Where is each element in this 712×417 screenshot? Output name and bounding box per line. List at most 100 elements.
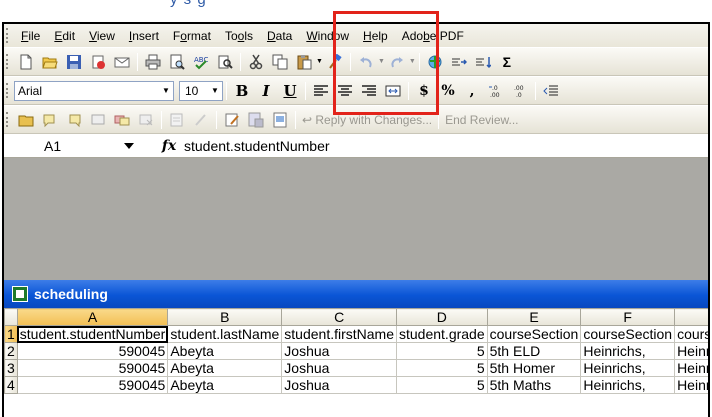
save-button[interactable]	[63, 51, 85, 73]
decrease-indent-button[interactable]	[540, 80, 562, 102]
print-button[interactable]	[142, 51, 164, 73]
toolbar-grip[interactable]	[6, 28, 11, 43]
menu-help[interactable]: Help	[356, 29, 395, 43]
column-header-g[interactable]: G	[674, 308, 708, 326]
workbook-title-bar[interactable]: scheduling	[4, 280, 708, 308]
update-file-button[interactable]	[245, 109, 267, 131]
decrease-decimal-button[interactable]: .00.0	[509, 80, 531, 102]
cell[interactable]: courseSection	[580, 325, 676, 343]
insert-function-button[interactable]: fx	[154, 138, 184, 154]
show-comment-button[interactable]	[87, 109, 109, 131]
menu-data[interactable]: Data	[260, 29, 299, 43]
email-button[interactable]	[111, 51, 133, 73]
menu-view[interactable]: View	[82, 29, 122, 43]
row-header[interactable]: 3	[4, 359, 18, 377]
toolbar-grip[interactable]	[6, 112, 11, 127]
column-header-d[interactable]: D	[396, 308, 488, 326]
cell[interactable]: Heinrichs,	[580, 359, 676, 377]
track-changes-button[interactable]	[166, 109, 188, 131]
reply-with-changes-button[interactable]: ↩ Reply with Changes...	[299, 113, 435, 127]
currency-button[interactable]: $	[412, 83, 436, 99]
align-center-button[interactable]	[334, 80, 356, 102]
menu-adobe-pdf[interactable]: Adobe PDF	[395, 29, 471, 43]
cell[interactable]: Joshua	[281, 342, 397, 360]
review-file-button[interactable]	[269, 109, 291, 131]
cell[interactable]: courseSection	[486, 325, 582, 343]
cell[interactable]: 590045	[16, 342, 169, 360]
row-header[interactable]: 2	[4, 342, 18, 360]
print-preview-button[interactable]	[166, 51, 188, 73]
ink-annotations-button[interactable]	[190, 109, 212, 131]
cell[interactable]: Heinrichs	[674, 376, 708, 394]
column-header-c[interactable]: C	[281, 308, 397, 326]
increase-decimal-button[interactable]: .0.00	[485, 80, 507, 102]
align-right-button[interactable]	[358, 80, 380, 102]
cell[interactable]: Joshua	[281, 376, 397, 394]
format-painter-button[interactable]	[324, 51, 346, 73]
menu-format[interactable]: Format	[166, 29, 218, 43]
cell[interactable]: Heinrichs	[674, 359, 708, 377]
cell[interactable]: Abeyta	[167, 342, 283, 360]
edit-comment-button[interactable]	[221, 109, 243, 131]
undo-button[interactable]	[355, 51, 377, 73]
column-header-f[interactable]: F	[580, 308, 676, 326]
cell[interactable]: courseSection	[674, 325, 708, 343]
copy-button[interactable]	[269, 51, 291, 73]
sort-button[interactable]	[472, 51, 494, 73]
cell[interactable]: 590045	[16, 376, 169, 394]
cell[interactable]: student.grade	[396, 325, 488, 343]
cell[interactable]: student.studentNumber	[16, 325, 169, 343]
end-review-button[interactable]: End Review...	[442, 113, 521, 127]
menu-window[interactable]: Window	[299, 29, 356, 43]
new-comment-button[interactable]	[15, 109, 37, 131]
column-header-a[interactable]: A	[16, 308, 169, 326]
merge-center-button[interactable]	[382, 80, 404, 102]
undo-dropdown-icon[interactable]: ▼	[378, 58, 385, 65]
cell[interactable]: Abeyta	[167, 376, 283, 394]
name-box[interactable]: A1	[4, 135, 154, 157]
autosum-button[interactable]	[448, 51, 470, 73]
cell[interactable]: 5th Maths	[486, 376, 582, 394]
select-all-corner[interactable]	[4, 308, 18, 326]
previous-comment-button[interactable]	[39, 109, 61, 131]
redo-dropdown-icon[interactable]: ▼	[409, 58, 416, 65]
cell[interactable]: Heinrichs	[674, 342, 708, 360]
column-header-e[interactable]: E	[486, 308, 582, 326]
font-size-select[interactable]: 10 ▼	[179, 80, 223, 101]
font-name-select[interactable]: Arial ▼	[14, 80, 174, 101]
new-button[interactable]	[15, 51, 37, 73]
paste-dropdown-icon[interactable]: ▼	[316, 58, 323, 65]
cell[interactable]: 5	[396, 376, 488, 394]
bold-button[interactable]: B	[230, 82, 254, 100]
cell[interactable]: Heinrichs,	[580, 342, 676, 360]
formula-input[interactable]: student.studentNumber	[184, 138, 330, 154]
cell[interactable]: 590045	[16, 359, 169, 377]
paste-button[interactable]	[293, 51, 315, 73]
menu-edit[interactable]: Edit	[47, 29, 82, 43]
next-comment-button[interactable]	[63, 109, 85, 131]
cell[interactable]: Heinrichs,	[580, 376, 676, 394]
cell[interactable]: 5th Homer	[486, 359, 582, 377]
cell[interactable]: 5th ELD	[486, 342, 582, 360]
sigma-button[interactable]: Σ	[496, 51, 518, 73]
italic-button[interactable]: I	[254, 82, 278, 100]
menu-file[interactable]: File	[14, 29, 47, 43]
redo-button[interactable]	[386, 51, 408, 73]
open-button[interactable]	[39, 51, 61, 73]
column-header-b[interactable]: B	[167, 308, 283, 326]
cell[interactable]: Joshua	[281, 359, 397, 377]
menu-tools[interactable]: Tools	[218, 29, 260, 43]
comma-style-button[interactable]: ,	[460, 83, 484, 99]
underline-button[interactable]: U	[278, 82, 302, 100]
permission-button[interactable]	[87, 51, 109, 73]
cell[interactable]: student.firstName	[281, 325, 397, 343]
show-all-comments-button[interactable]	[111, 109, 133, 131]
toolbar-grip[interactable]	[6, 83, 11, 98]
cell[interactable]: 5	[396, 359, 488, 377]
percent-button[interactable]: %	[436, 83, 460, 99]
delete-comment-button[interactable]	[135, 109, 157, 131]
cut-button[interactable]	[245, 51, 267, 73]
hyperlink-button[interactable]	[424, 51, 446, 73]
research-button[interactable]	[214, 51, 236, 73]
row-header[interactable]: 1	[4, 325, 18, 343]
